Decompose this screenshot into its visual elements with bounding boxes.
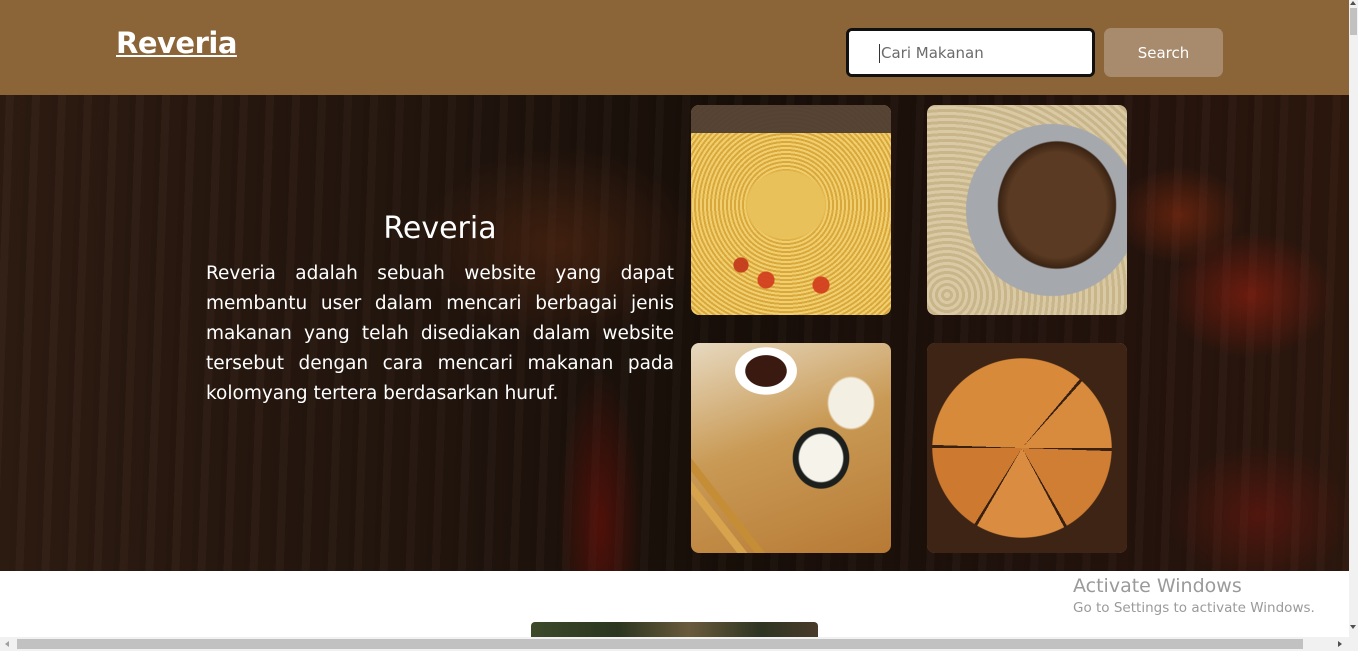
- food-image-pizza: [927, 343, 1127, 553]
- hero-section: Reveria Reveria adalah sebuah website ya…: [0, 95, 1349, 571]
- text-caret: [879, 44, 880, 63]
- food-image-rendang: [927, 105, 1127, 315]
- food-image-sushi: [691, 343, 891, 553]
- hero-description: Reveria adalah sebuah website yang dapat…: [206, 263, 674, 404]
- food-image-pasta: [691, 105, 891, 315]
- scroll-right-arrow-icon[interactable]: [1338, 641, 1342, 647]
- scroll-up-arrow-icon[interactable]: [1350, 1, 1356, 5]
- hero-background-overlay: [0, 95, 1349, 571]
- scroll-down-arrow-icon[interactable]: [1350, 625, 1356, 629]
- search-placeholder: Cari Makanan: [881, 44, 984, 62]
- navbar: Reveria Cari Makanan Search: [0, 0, 1349, 95]
- scroll-left-arrow-icon[interactable]: [5, 641, 9, 647]
- vertical-scrollbar-thumb[interactable]: [1350, 8, 1357, 35]
- horizontal-scrollbar-thumb[interactable]: [17, 639, 1303, 649]
- hero-title: Reveria: [383, 211, 497, 246]
- horizontal-scrollbar[interactable]: [0, 637, 1358, 651]
- vertical-scrollbar[interactable]: [1349, 0, 1358, 637]
- windows-activation-title: Activate Windows: [1073, 575, 1242, 597]
- search-input[interactable]: Cari Makanan: [846, 28, 1095, 77]
- brand-logo-link[interactable]: Reveria: [116, 26, 237, 60]
- windows-activation-subtitle: Go to Settings to activate Windows.: [1073, 600, 1315, 616]
- search-button[interactable]: Search: [1104, 28, 1223, 77]
